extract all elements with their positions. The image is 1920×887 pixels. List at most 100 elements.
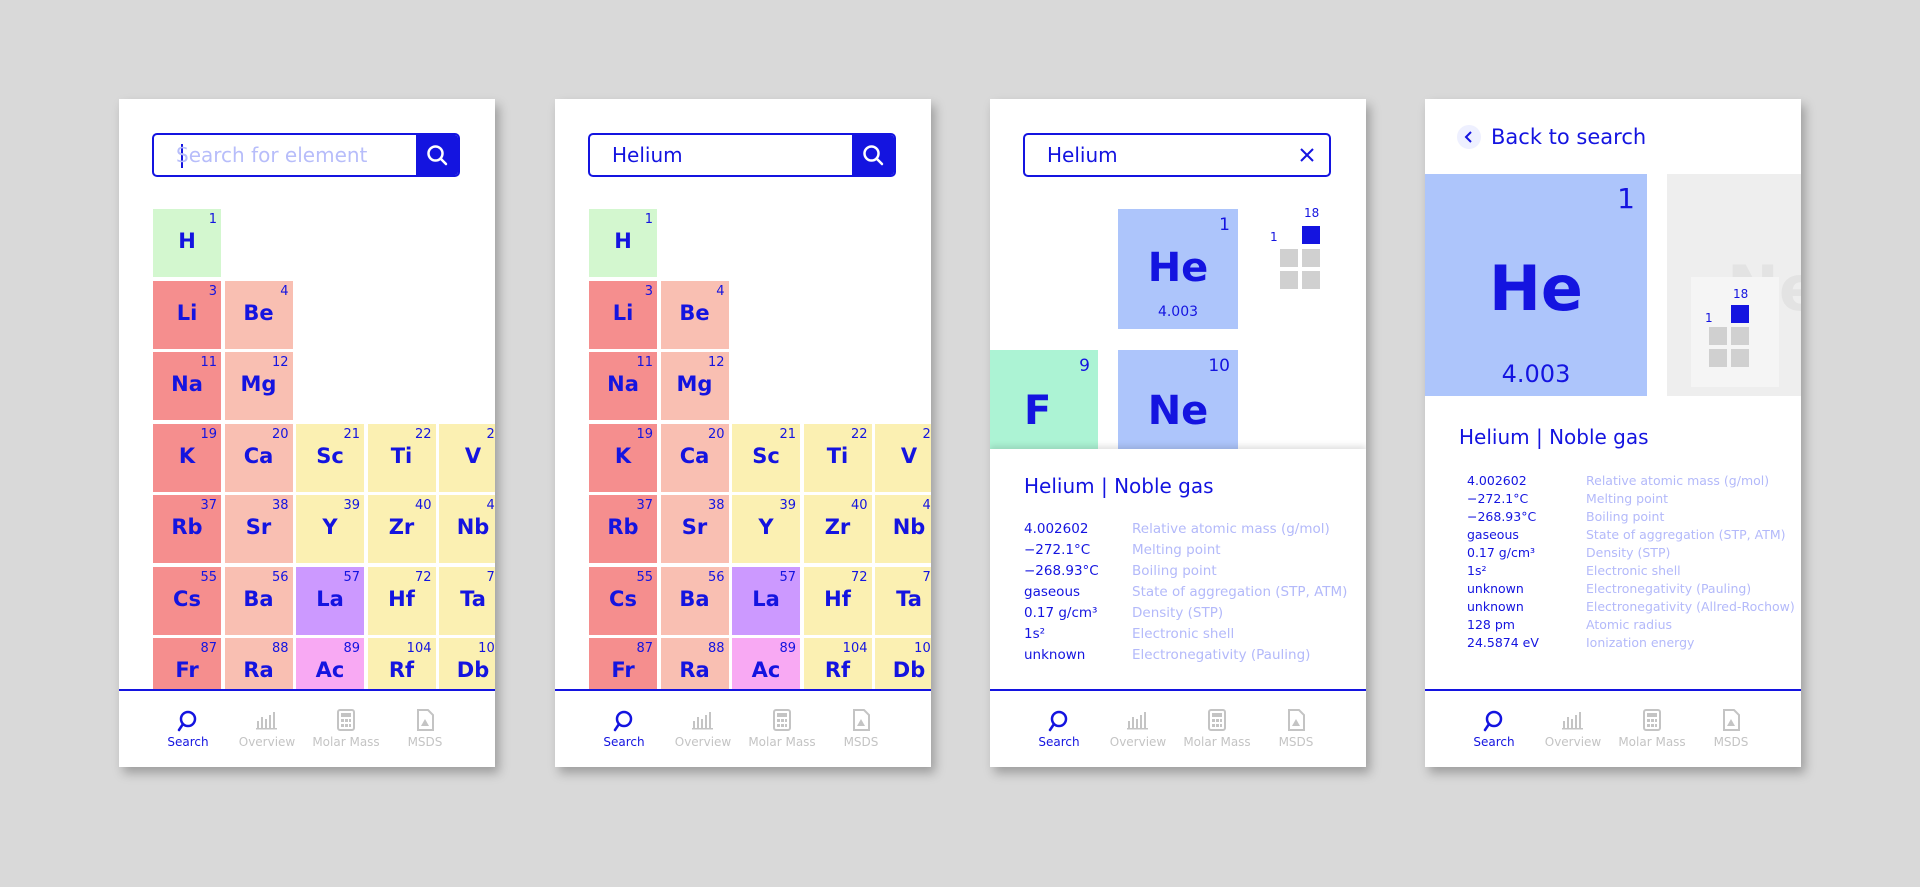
- element-tile-hf[interactable]: 72 Hf: [803, 566, 872, 635]
- atomic-number: 1: [208, 212, 217, 227]
- property-value: −268.93°C: [1024, 563, 1099, 579]
- element-tile-ba[interactable]: 56 Ba: [224, 566, 293, 635]
- nav-molar-mass[interactable]: Molar Mass: [742, 709, 822, 749]
- nav-search[interactable]: Search: [1454, 709, 1534, 749]
- nav-search[interactable]: Search: [148, 709, 228, 749]
- element-tile-ta[interactable]: 73Ta: [875, 566, 931, 635]
- nav-overview[interactable]: Overview: [227, 709, 307, 749]
- element-tile-k[interactable]: 19 K: [589, 423, 657, 492]
- element-tile-h[interactable]: 1H: [153, 209, 221, 277]
- search-input[interactable]: [154, 135, 418, 175]
- element-symbol: La: [316, 586, 344, 611]
- property-value: −268.93°C: [1467, 509, 1537, 524]
- property-label: Density (STP): [1132, 605, 1224, 621]
- element-tile-y[interactable]: 39 Y: [732, 495, 800, 563]
- element-tile-sr[interactable]: 38 Sr: [660, 495, 729, 563]
- nav-search[interactable]: Search: [1019, 709, 1099, 749]
- nav-label: Search: [1038, 735, 1080, 749]
- bottom-nav: Search Overview Molar Mass MSDS: [990, 689, 1366, 767]
- element-tile-ti[interactable]: 22 Ti: [367, 423, 436, 492]
- element-tile-cs[interactable]: 55 Cs: [153, 566, 221, 635]
- atomic-number: 89: [779, 641, 796, 656]
- element-symbol: Sr: [681, 515, 708, 539]
- nav-msds[interactable]: MSDS: [821, 709, 901, 749]
- element-symbol: Ba: [243, 586, 274, 611]
- property-label: Electronegativity (Pauling): [1586, 581, 1752, 596]
- property-label: Boiling point: [1132, 563, 1217, 579]
- period-label: 1: [1705, 311, 1713, 325]
- search-button[interactable]: [852, 135, 894, 175]
- nav-msds[interactable]: MSDS: [1691, 709, 1771, 749]
- atomic-number: 20: [271, 426, 289, 442]
- element-tile-mg[interactable]: 12 Mg: [224, 352, 293, 420]
- element-tile-nb[interactable]: 41 Nb: [875, 495, 931, 563]
- element-tile-h[interactable]: 1H: [589, 209, 657, 277]
- atomic-number: 72: [850, 569, 868, 585]
- element-tile-cs[interactable]: 55 Cs: [589, 566, 657, 635]
- element-tile-sc[interactable]: 21 Sc: [732, 423, 800, 492]
- element-tile-he[interactable]: 1 He 4.003: [1118, 209, 1238, 329]
- atomic-number: 1: [1219, 215, 1230, 235]
- atomic-number: 89: [343, 641, 360, 656]
- element-tile-zr[interactable]: 40 Zr: [803, 495, 872, 563]
- atomic-number: 41: [486, 498, 495, 513]
- element-tile-ta[interactable]: 73Ta: [439, 566, 495, 635]
- element-tile-li[interactable]: 3 Li: [589, 280, 657, 349]
- nav-msds[interactable]: MSDS: [1256, 709, 1336, 749]
- element-tile-la[interactable]: 57 La: [296, 566, 364, 635]
- element-tile-mg[interactable]: 12 Mg: [660, 352, 729, 420]
- element-tile-hf[interactable]: 72 Hf: [367, 566, 436, 635]
- element-symbol: Na: [171, 372, 203, 396]
- element-tile-ne[interactable]: 10 Ne: [1118, 350, 1238, 450]
- nav-molar-mass[interactable]: Molar Mass: [306, 709, 386, 749]
- nav-overview[interactable]: Overview: [1533, 709, 1613, 749]
- element-tile-li[interactable]: 3 Li: [153, 280, 221, 349]
- element-tile-ba[interactable]: 56 Ba: [660, 566, 729, 635]
- clear-search-button[interactable]: [1295, 143, 1319, 167]
- element-tile-na[interactable]: 11 Na: [589, 352, 657, 420]
- nav-molar-mass[interactable]: Molar Mass: [1612, 709, 1692, 749]
- element-tile-ca[interactable]: 20 Ca: [224, 423, 293, 492]
- nav-msds[interactable]: MSDS: [385, 709, 465, 749]
- nav-label: Overview: [238, 735, 296, 749]
- element-tile-v[interactable]: 23V: [875, 423, 931, 492]
- document-icon: [385, 709, 465, 731]
- atomic-number: 87: [200, 641, 217, 656]
- element-tile-nb[interactable]: 41 Nb: [439, 495, 495, 563]
- property-value: 0.17 g/cm³: [1024, 605, 1098, 621]
- element-tile-y[interactable]: 39 Y: [296, 495, 364, 563]
- element-tile-zr[interactable]: 40 Zr: [367, 495, 436, 563]
- nav-overview[interactable]: Overview: [663, 709, 743, 749]
- element-symbol: Cs: [609, 586, 637, 611]
- element-tile-rb[interactable]: 37 Rb: [589, 495, 657, 563]
- element-tile-sc[interactable]: 21 Sc: [296, 423, 364, 492]
- element-tile-f[interactable]: 9 F: [990, 350, 1098, 450]
- screen-search-empty: 1H3Li4Be11Na12Mg19K20Ca21Sc22Ti23V 37Rb38…: [119, 99, 495, 767]
- element-tile-ti[interactable]: 22 Ti: [803, 423, 872, 492]
- property-label: Electronic shell: [1586, 563, 1681, 578]
- search-input[interactable]: [590, 135, 854, 175]
- element-tile-v[interactable]: 23V: [439, 423, 495, 492]
- element-tile-k[interactable]: 19 K: [153, 423, 221, 492]
- search-button[interactable]: [416, 135, 458, 175]
- element-tile-na[interactable]: 11 Na: [153, 352, 221, 420]
- element-tile-ca[interactable]: 20 Ca: [660, 423, 729, 492]
- element-symbol: F: [1024, 388, 1052, 434]
- nav-label: Overview: [1544, 735, 1602, 749]
- element-title: Helium | Noble gas: [1459, 425, 1649, 449]
- property-value: −272.1°C: [1024, 542, 1091, 558]
- element-tile-sr[interactable]: 38 Sr: [224, 495, 293, 563]
- element-tile-rb[interactable]: 37 Rb: [153, 495, 221, 563]
- nav-search[interactable]: Search: [584, 709, 664, 749]
- close-icon: [1300, 148, 1314, 162]
- element-symbol: Li: [176, 300, 198, 325]
- search-input[interactable]: [1025, 135, 1295, 175]
- element-tile-la[interactable]: 57 La: [732, 566, 800, 635]
- nav-overview[interactable]: Overview: [1098, 709, 1178, 749]
- nav-molar-mass[interactable]: Molar Mass: [1177, 709, 1257, 749]
- element-tile-be[interactable]: 4 Be: [660, 280, 729, 349]
- element-tile-be[interactable]: 4 Be: [224, 280, 293, 349]
- back-to-search-button[interactable]: Back to search: [1457, 125, 1646, 149]
- atomic-number: 23: [486, 426, 495, 442]
- element-symbol: Na: [607, 372, 639, 396]
